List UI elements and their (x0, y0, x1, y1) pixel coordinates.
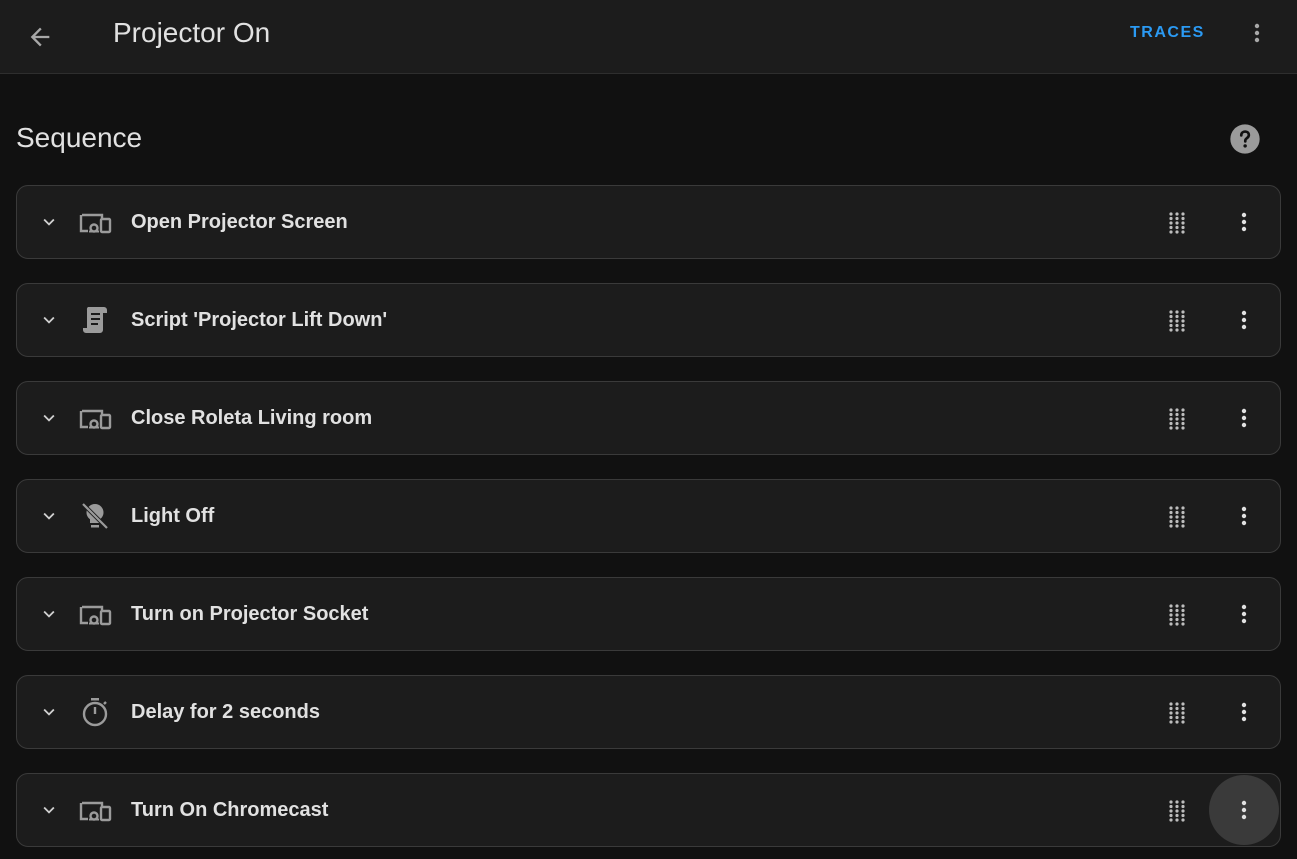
expand-chevron-button[interactable] (31, 792, 67, 828)
traces-button[interactable]: TRACES (1118, 16, 1217, 50)
devices-icon (77, 400, 113, 436)
action-label: Turn on Projector Socket (131, 603, 369, 625)
expand-chevron-button[interactable] (31, 204, 67, 240)
drag-handle-icon[interactable] (1153, 591, 1201, 639)
action-label: Open Projector Screen (131, 211, 348, 233)
action-card[interactable]: Turn on Projector Socket (16, 577, 1281, 651)
expand-chevron-button[interactable] (31, 694, 67, 730)
drag-handle-icon[interactable] (1153, 493, 1201, 541)
drag-handle-icon[interactable] (1153, 395, 1201, 443)
top-app-bar: Projector On TRACES (0, 0, 1297, 74)
action-menu-button[interactable] (1209, 383, 1279, 453)
dots-vertical-icon (1241, 702, 1247, 722)
chevron-down-icon (43, 610, 55, 618)
timer-icon (77, 694, 113, 730)
dots-vertical-icon (1241, 310, 1247, 330)
action-card[interactable]: Light Off (16, 479, 1281, 553)
devices-icon (77, 204, 113, 240)
action-card[interactable]: Delay for 2 seconds (16, 675, 1281, 749)
action-menu-button[interactable] (1209, 187, 1279, 257)
action-label: Script 'Projector Lift Down' (131, 309, 388, 331)
expand-chevron-button[interactable] (31, 302, 67, 338)
lightbulb-off-icon (77, 498, 113, 534)
drag-handle-icon[interactable] (1153, 689, 1201, 737)
action-card[interactable]: Script 'Projector Lift Down' (16, 283, 1281, 357)
action-menu-button[interactable] (1209, 481, 1279, 551)
action-label: Close Roleta Living room (131, 407, 373, 429)
dots-vertical-icon (1241, 212, 1247, 232)
dots-vertical-icon (1241, 800, 1247, 820)
expand-chevron-button[interactable] (31, 400, 67, 436)
chevron-down-icon (43, 806, 55, 814)
chevron-down-icon (43, 316, 55, 324)
chevron-down-icon (43, 708, 55, 716)
devices-icon (77, 792, 113, 828)
drag-handle-icon[interactable] (1153, 199, 1201, 247)
action-menu-button[interactable] (1209, 775, 1279, 845)
devices-icon (77, 596, 113, 632)
action-label: Delay for 2 seconds (131, 701, 320, 723)
chevron-down-icon (43, 218, 55, 226)
back-button[interactable] (16, 13, 64, 61)
overflow-menu-button[interactable] (1233, 9, 1281, 57)
action-card[interactable]: Close Roleta Living room (16, 381, 1281, 455)
page-title: Projector On (113, 17, 271, 48)
dots-vertical-icon (1241, 604, 1247, 624)
drag-handle-icon[interactable] (1153, 297, 1201, 345)
action-card[interactable]: Turn On Chromecast (16, 773, 1281, 847)
dots-vertical-icon (1254, 23, 1260, 43)
action-menu-button[interactable] (1209, 677, 1279, 747)
script-icon (77, 302, 113, 338)
section-title: Sequence (16, 122, 143, 153)
arrow-left-icon (30, 27, 50, 47)
action-label: Turn On Chromecast (131, 799, 329, 821)
chevron-down-icon (43, 512, 55, 520)
dots-vertical-icon (1241, 408, 1247, 428)
help-button[interactable] (1221, 115, 1269, 163)
chevron-down-icon (43, 414, 55, 422)
drag-handle-icon[interactable] (1153, 787, 1201, 835)
help-circle-icon (1230, 124, 1260, 154)
action-card[interactable]: Open Projector Screen (16, 185, 1281, 259)
expand-chevron-button[interactable] (31, 596, 67, 632)
action-menu-button[interactable] (1209, 285, 1279, 355)
expand-chevron-button[interactable] (31, 498, 67, 534)
action-menu-button[interactable] (1209, 579, 1279, 649)
dots-vertical-icon (1241, 506, 1247, 526)
action-label: Light Off (131, 505, 215, 527)
